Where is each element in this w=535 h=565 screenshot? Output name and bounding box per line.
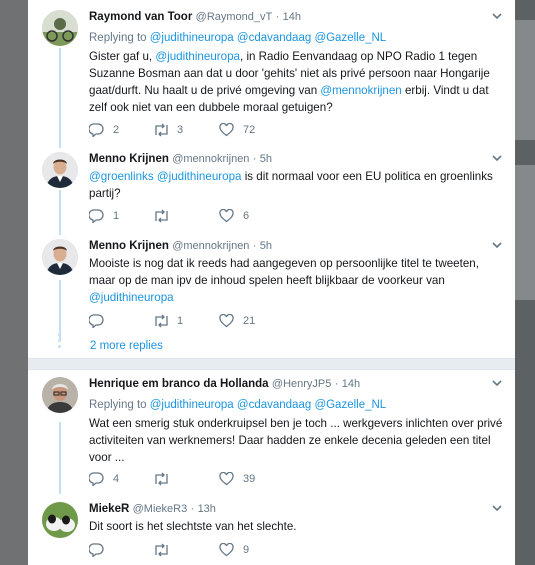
reply-count: 1	[113, 210, 120, 222]
chevron-down-icon[interactable]	[491, 502, 503, 514]
heart-icon	[219, 123, 234, 137]
like-count: 6	[243, 210, 250, 222]
tweet-actions: 9	[89, 542, 309, 558]
heart-icon	[219, 543, 234, 557]
avatar[interactable]	[42, 239, 78, 275]
tweet-text: Wat een smerig stuk onderkruipsel ben je…	[89, 417, 503, 464]
display-name[interactable]: Menno Krijnen	[89, 240, 169, 252]
timestamp[interactable]: 5h	[260, 240, 272, 252]
user-handle[interactable]: @Raymond_vT	[196, 11, 273, 23]
heart-icon	[219, 209, 234, 223]
retweet-icon	[155, 123, 168, 137]
retweet-icon	[155, 472, 168, 486]
heart-icon	[219, 472, 234, 486]
mention-link[interactable]: @judithineuropa	[89, 291, 174, 304]
mention-link[interactable]: @cdavandaag	[237, 399, 311, 411]
tweet-header: MiekeR @MiekeR3 · 13h	[89, 503, 216, 515]
tweet[interactable]: Raymond van Toor @Raymond_vT · 14h Reply…	[28, 8, 515, 140]
tweet[interactable]: Menno Krijnen @mennokrijnen · 5h @groenl…	[28, 150, 515, 230]
retweet-icon	[155, 209, 168, 223]
timestamp[interactable]: 5h	[260, 153, 272, 165]
tweet-text: @groenlinks @judithineuropa is dit norma…	[89, 170, 493, 200]
mention-link[interactable]: @judithineuropa	[150, 32, 234, 44]
reply-count: 4	[113, 473, 120, 485]
timestamp[interactable]: 14h	[283, 11, 301, 23]
like-count: 21	[243, 315, 256, 327]
display-name[interactable]: Menno Krijnen	[89, 153, 169, 165]
thread-dots	[58, 333, 62, 348]
mention-link[interactable]: @judithineuropa	[157, 170, 242, 183]
replying-to: Replying to @judithineuropa @cdavandaag …	[89, 32, 387, 44]
display-name[interactable]: Raymond van Toor	[89, 11, 192, 23]
reply-icon	[89, 209, 104, 223]
user-handle[interactable]: @MiekeR3	[133, 503, 188, 515]
avatar[interactable]	[42, 10, 78, 46]
retweet-count: 3	[177, 124, 184, 136]
tweet-actions: 2 3 72	[89, 122, 309, 138]
mention-link[interactable]: @Gazelle_NL	[314, 399, 386, 411]
replying-to: Replying to @judithineuropa @cdavandaag …	[89, 399, 387, 411]
tweet-header: Henrique em branco da Hollanda @HenryJP5…	[89, 378, 361, 390]
tweet-actions: 1 21	[89, 313, 309, 329]
user-handle[interactable]: @mennokrijnen	[172, 240, 249, 252]
mention-link[interactable]: @judithineuropa	[155, 50, 240, 63]
reply-icon	[89, 472, 104, 486]
chevron-down-icon[interactable]	[491, 239, 503, 251]
tweet[interactable]: Menno Krijnen @mennokrijnen · 5h Mooiste…	[28, 237, 515, 332]
tweet-text: Dit soort is het slechtste van het slech…	[89, 520, 297, 533]
reply-icon	[89, 314, 104, 328]
tweet-header: Raymond van Toor @Raymond_vT · 14h	[89, 11, 301, 23]
reply-icon	[89, 543, 104, 557]
reply-icon	[89, 123, 104, 137]
tweet-header: Menno Krijnen @mennokrijnen · 5h	[89, 240, 273, 252]
conversation-separator	[28, 358, 515, 370]
mention-link[interactable]: @mennokrijnen	[320, 84, 401, 97]
avatar[interactable]	[42, 152, 78, 188]
retweet-count: 1	[177, 315, 184, 327]
page-background-right	[515, 0, 535, 565]
tweet-actions: 1 6	[89, 208, 309, 224]
chevron-down-icon[interactable]	[491, 152, 503, 164]
like-count: 72	[243, 124, 256, 136]
display-name[interactable]: Henrique em branco da Hollanda	[89, 378, 269, 390]
like-count: 9	[243, 544, 250, 556]
like-count: 39	[243, 473, 256, 485]
reply-count: 2	[113, 124, 120, 136]
tweet-text: Gister gaf u, @judithineuropa, in Radio …	[89, 50, 490, 114]
timestamp[interactable]: 13h	[198, 503, 216, 515]
mention-link[interactable]: @judithineuropa	[150, 399, 234, 411]
avatar[interactable]	[42, 377, 78, 413]
display-name[interactable]: MiekeR	[89, 503, 129, 515]
show-more-replies-link[interactable]: 2 more replies	[90, 340, 163, 352]
tweet[interactable]: Henrique em branco da Hollanda @HenryJP5…	[28, 375, 515, 490]
retweet-icon	[155, 314, 168, 328]
chevron-down-icon[interactable]	[491, 10, 503, 22]
mention-link[interactable]: @groenlinks	[89, 170, 154, 183]
tweet-text: Mooiste is nog dat ik reeds had aangegev…	[89, 257, 479, 304]
mention-link[interactable]: @cdavandaag	[237, 32, 311, 44]
mention-link[interactable]: @Gazelle_NL	[314, 32, 386, 44]
user-handle[interactable]: @HenryJP5	[272, 378, 331, 390]
page-background-left	[0, 0, 28, 565]
avatar[interactable]	[42, 502, 78, 538]
user-handle[interactable]: @mennokrijnen	[172, 153, 249, 165]
conversation-panel: Raymond van Toor @Raymond_vT · 14h Reply…	[28, 0, 515, 565]
tweet-header: Menno Krijnen @mennokrijnen · 5h	[89, 153, 273, 165]
chevron-down-icon[interactable]	[491, 377, 503, 389]
retweet-icon	[155, 543, 168, 557]
timestamp[interactable]: 14h	[342, 378, 360, 390]
tweet[interactable]: MiekeR @MiekeR3 · 13h Dit soort is het s…	[28, 500, 515, 562]
heart-icon	[219, 314, 234, 328]
tweet-actions: 4 39	[89, 471, 309, 487]
